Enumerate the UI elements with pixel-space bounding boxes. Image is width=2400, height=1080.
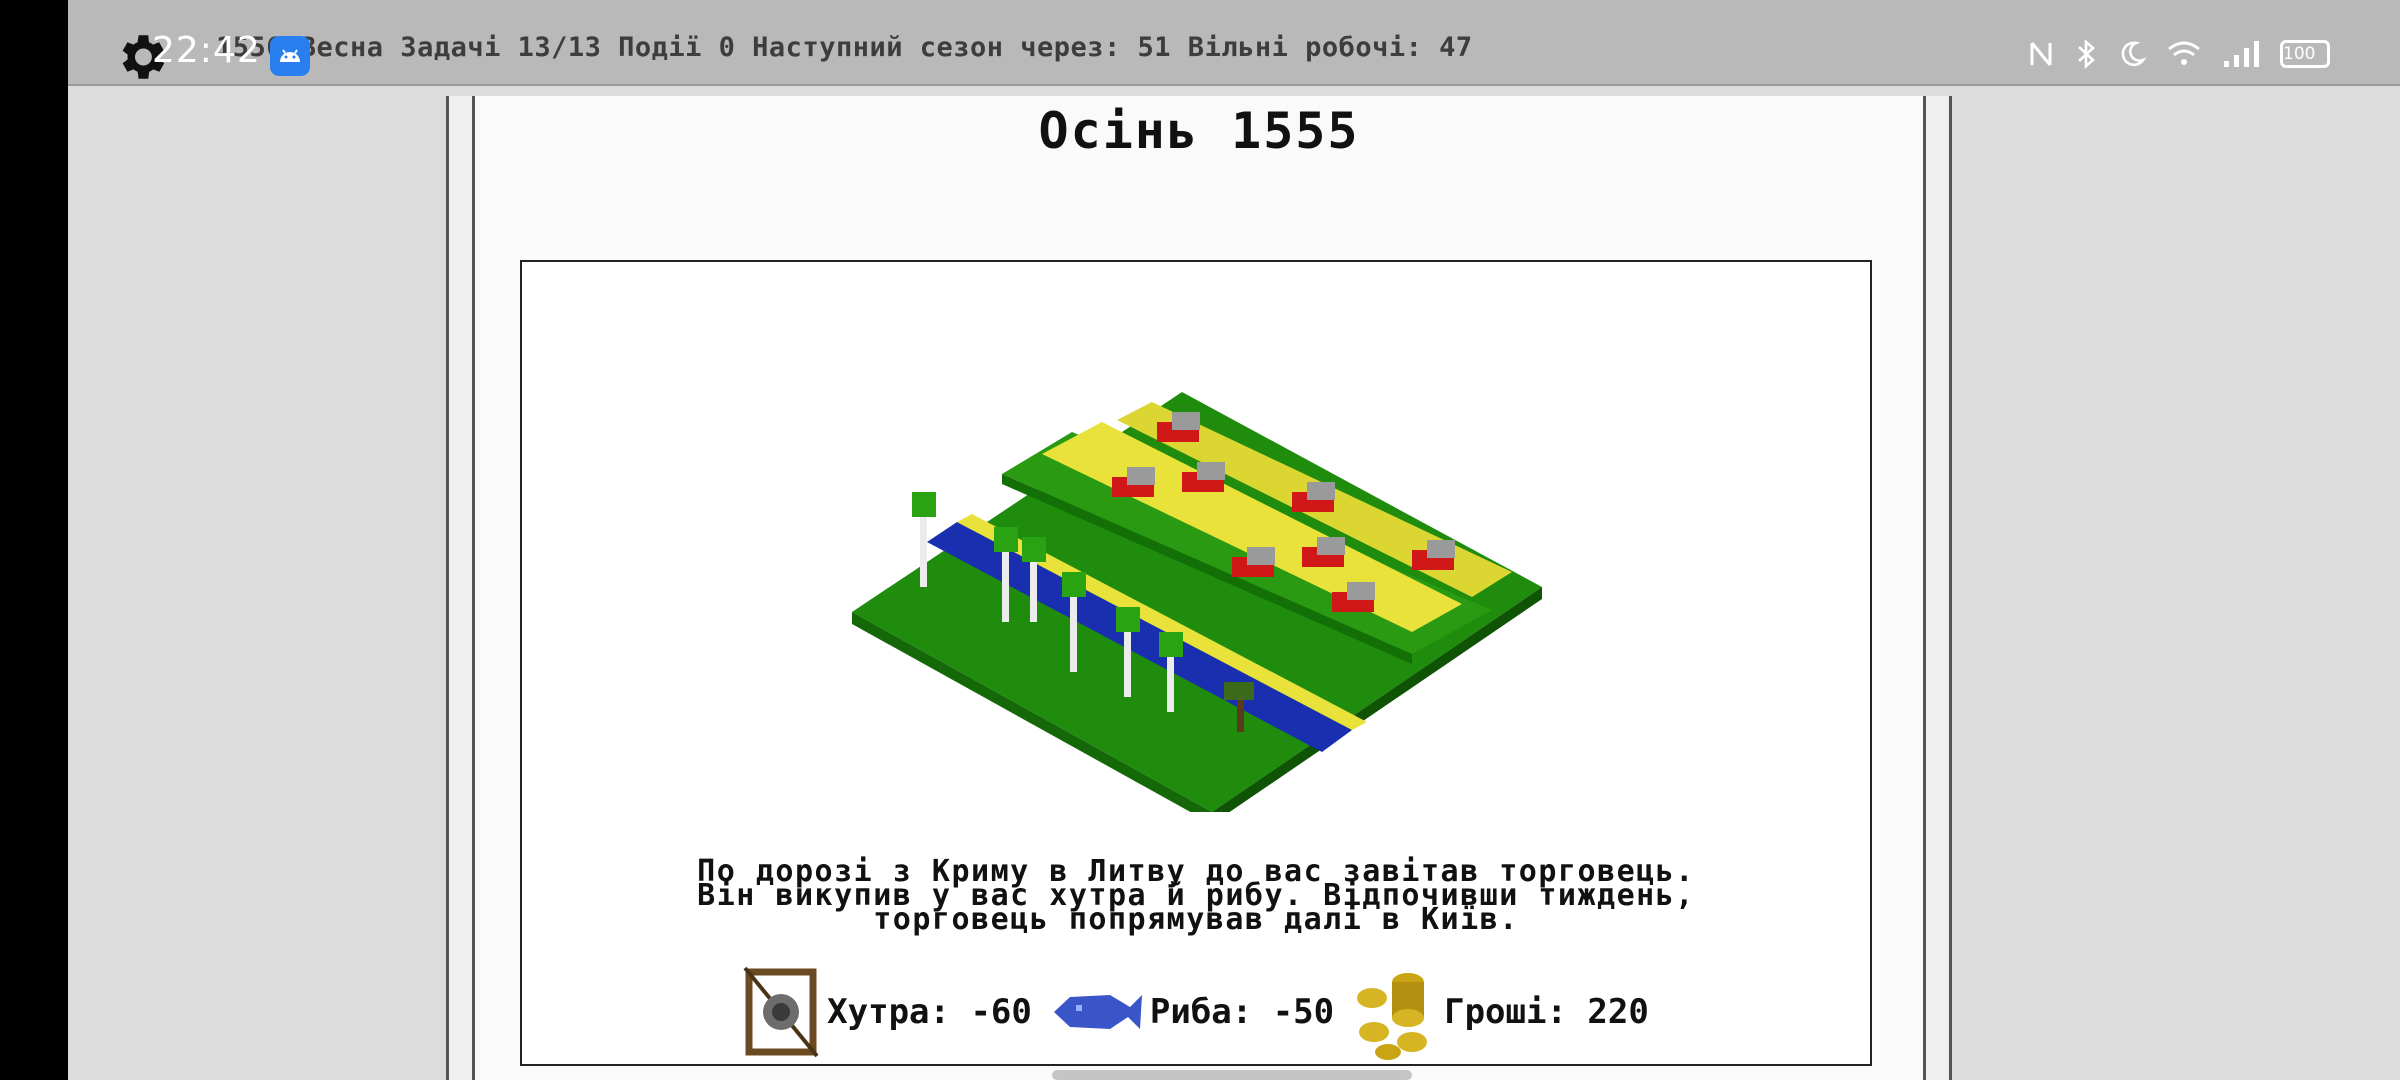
coins-icon — [1357, 973, 1428, 1060]
wifi-icon — [2166, 40, 2202, 68]
scrollbar[interactable] — [1052, 1070, 1412, 1080]
battery-icon: 100 — [2280, 40, 2330, 68]
screen-left-edge — [0, 0, 68, 1080]
nfc-icon — [2028, 39, 2054, 69]
moon-icon — [2118, 40, 2146, 68]
event-description: По дорозі з Криму в Литву до вас завітав… — [522, 857, 1870, 935]
battery-level: 100 — [2280, 40, 2330, 68]
trade-scene-illustration — [852, 392, 1542, 812]
resource-fish-label: Риба: -50 — [1149, 992, 1335, 1032]
android-notification-icon — [270, 36, 310, 76]
system-icons: 100 — [2028, 34, 2330, 74]
game-stats-bar: 1556 Весна Задачі 13/13 Події 0 Наступни… — [216, 32, 1473, 63]
resource-money-label: Гроші: 220 — [1444, 992, 1649, 1032]
event-card[interactable]: По дорозі з Криму в Литву до вас завітав… — [520, 260, 1872, 1066]
bluetooth-icon — [2074, 38, 2098, 70]
season-title: Осінь 1555 — [1038, 102, 1360, 160]
fur-frame-icon — [743, 966, 819, 1058]
resource-fur-label: Хутра: -60 — [827, 992, 1032, 1032]
resource-fur: Хутра: -60 — [743, 966, 1032, 1058]
fish-icon — [1053, 995, 1142, 1029]
resource-money: Гроші: 220 — [1352, 962, 1649, 1062]
resource-fish: Риба: -50 — [1050, 987, 1334, 1037]
signal-icon — [2222, 39, 2260, 69]
resource-changes: Хутра: -60 Риба: -50 Гроші: 220 — [522, 962, 1870, 1062]
clock: 22:42 — [152, 30, 261, 71]
